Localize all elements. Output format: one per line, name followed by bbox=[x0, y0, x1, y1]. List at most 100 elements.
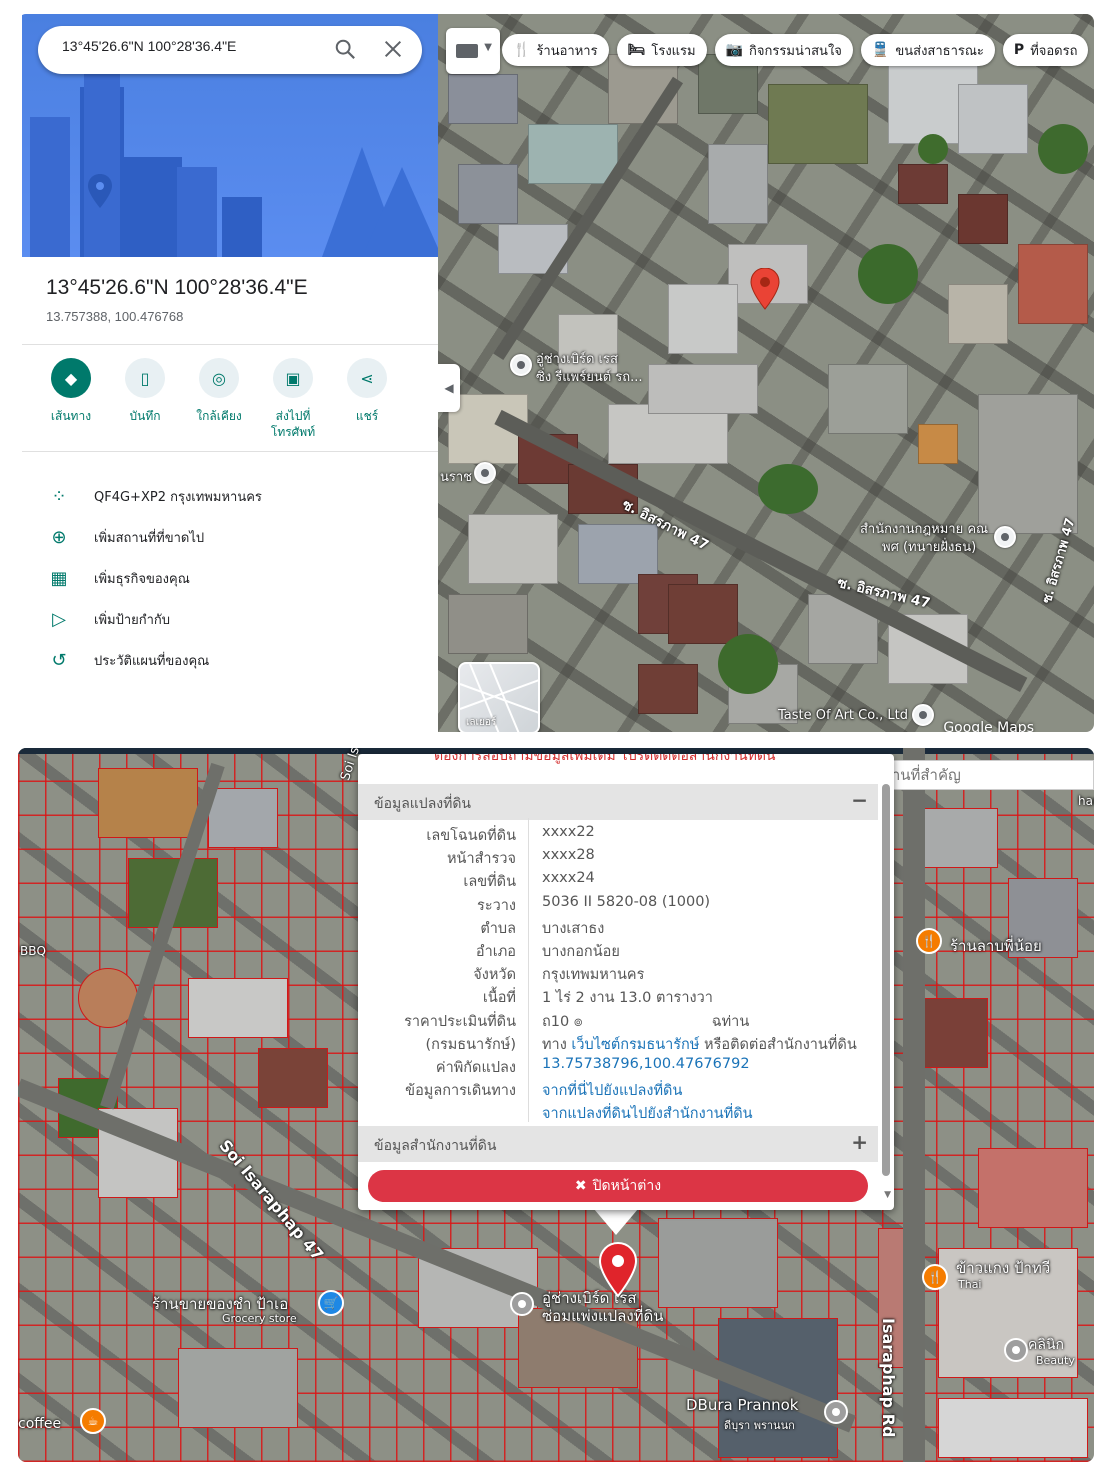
restaurant-icon[interactable]: 🍴 bbox=[916, 928, 942, 954]
section-land-office-info[interactable]: ข้อมูลสำนักงานที่ดิน + bbox=[358, 1126, 878, 1162]
search-input[interactable] bbox=[62, 38, 302, 54]
location-pin-icon[interactable] bbox=[750, 268, 780, 310]
history-icon: ↺ bbox=[51, 650, 67, 671]
send-to-phone-button[interactable]: ▣ ส่งไปที่ โทรศัพท์ bbox=[268, 358, 318, 440]
field-label: ราคาประเมินที่ดิน bbox=[404, 1013, 516, 1030]
table-row: จากแปลงที่ดินไปยังสำนักงานที่ดิน bbox=[358, 1100, 878, 1123]
parcel-detail-table: เลขโฉนดที่ดิน xxxx22 หน้าสำรวจ xxxx28 เลขท… bbox=[358, 822, 878, 1123]
collapse-icon[interactable]: − bbox=[851, 788, 868, 812]
list-item-label: ประวัติแผนที่ของคุณ bbox=[94, 654, 210, 669]
field-value: บางเสาธง bbox=[542, 920, 605, 937]
collapse-panel-button[interactable]: ◀ bbox=[438, 364, 460, 412]
transit-icon: 🚆 bbox=[871, 42, 890, 58]
directions-to-parcel-link[interactable]: จากที่นี่ไปยังแปลงที่ดิน bbox=[542, 1079, 682, 1102]
table-row: อำเภอ บางกอกน้อย bbox=[358, 938, 878, 961]
map-label[interactable]: นราช bbox=[440, 466, 472, 487]
nearby-button[interactable]: ◎ ใกล้เคียง bbox=[194, 358, 244, 440]
field-value-redacted: ถ10 ๏ ฉท่าน bbox=[542, 1013, 750, 1030]
field-value: xxxx22 bbox=[542, 824, 595, 840]
section-title: ข้อมูลแปลงที่ดิน bbox=[374, 796, 472, 812]
restaurant-label[interactable]: ร้านลาบพี่น้อย bbox=[950, 934, 1042, 958]
parcel-location-pin-icon[interactable] bbox=[598, 1242, 638, 1298]
list-item-add-business[interactable]: ▦ เพิ่มธุรกิจของคุณ bbox=[46, 558, 262, 599]
expand-icon[interactable]: + bbox=[851, 1130, 868, 1154]
chip-transit[interactable]: 🚆 ขนส่งสาธารณะ bbox=[860, 34, 995, 66]
chip-label: ที่จอดรถ bbox=[1030, 43, 1078, 59]
close-window-button[interactable]: ✖ ปิดหน้าต่าง bbox=[368, 1170, 868, 1202]
parking-icon: P bbox=[1013, 42, 1025, 58]
restaurant-sublabel: Thai bbox=[958, 1278, 982, 1291]
list-item-label: เพิ่มป้ายกำกับ bbox=[94, 613, 171, 628]
condo-label[interactable]: DBura Prannok bbox=[686, 1396, 799, 1414]
chip-things-to-do[interactable]: 📷 กิจกรรมน่าสนใจ bbox=[714, 34, 853, 66]
info-warning: ต้องการสอบถามข้อมูลเพิ่มเติม โปรดติดต่อส… bbox=[434, 754, 776, 764]
restaurant-label[interactable]: ข้าวแกง ป้าทวี bbox=[956, 1256, 1050, 1280]
field-label: หน้าสำรวจ bbox=[446, 851, 516, 868]
popup-scrollbar[interactable] bbox=[882, 784, 890, 1176]
section-parcel-info[interactable]: ข้อมูลแปลงที่ดิน − bbox=[358, 784, 878, 820]
map-label[interactable]: พศ (ทนายฝั่งธน) bbox=[882, 536, 976, 557]
list-item-label: เพิ่มธุรกิจของคุณ bbox=[94, 572, 190, 587]
list-item-add-label[interactable]: ▷ เพิ่มป้ายกำกับ bbox=[46, 599, 262, 640]
table-row: จังหวัด กรุงเทพมหานคร bbox=[358, 961, 878, 984]
input-tools-button[interactable]: ▼ bbox=[446, 28, 500, 74]
field-label: ค่าพิกัดแปลง bbox=[435, 1059, 516, 1076]
save-button[interactable]: ▯ บันทึก bbox=[120, 358, 170, 440]
garage-label[interactable]: ซ่อมแพ่งแปลงที่ดิน bbox=[542, 1304, 664, 1328]
add-place-icon: ⊕ bbox=[51, 527, 67, 548]
search-icon[interactable] bbox=[334, 38, 356, 60]
table-row: ข้อมูลการเดินทาง จากที่นี่ไปยังแปลงที่ดิน bbox=[358, 1077, 878, 1100]
clinic-label[interactable]: คลินิก bbox=[1028, 1334, 1064, 1356]
table-row: ค่าพิกัดแปลง 13.75738796,100.47676792 bbox=[358, 1054, 878, 1077]
field-label: อำเภอ bbox=[475, 943, 516, 960]
restaurant-icon[interactable]: 🍴 bbox=[922, 1264, 948, 1290]
scroll-down-icon[interactable]: ▼ bbox=[884, 1190, 891, 1200]
grocery-store-icon[interactable]: 🛒 bbox=[318, 1290, 344, 1316]
clinic-marker[interactable] bbox=[1004, 1338, 1028, 1362]
section-title: ข้อมูลสำนักงานที่ดิน bbox=[374, 1138, 497, 1154]
directions-to-office-link[interactable]: จากแปลงที่ดินไปยังสำนักงานที่ดิน bbox=[542, 1102, 753, 1125]
poi-marker[interactable] bbox=[510, 354, 532, 376]
coordinates-link[interactable]: 13.75738796,100.47676792 bbox=[542, 1056, 750, 1072]
satellite-map[interactable]: อู่ช่างเบิร์ด เรส ซิ่ง รีแพร์ยนต์ รถ... … bbox=[438, 14, 1094, 732]
condo-marker[interactable] bbox=[824, 1400, 848, 1424]
field-value: xxxx24 bbox=[542, 870, 595, 887]
close-icon: ✖ bbox=[574, 1178, 587, 1194]
list-item-add-place[interactable]: ⊕ เพิ่มสถานที่ที่ขาดไป bbox=[46, 517, 262, 558]
field-label: จังหวัด bbox=[473, 967, 516, 984]
poi-marker[interactable] bbox=[994, 526, 1016, 548]
directions-icon: ◆ bbox=[51, 358, 91, 398]
chip-hotels[interactable]: 🛏 โรงแรม bbox=[616, 34, 707, 66]
map-attribution: Google Maps bbox=[943, 720, 1034, 732]
field-value: บางกอกน้อย bbox=[542, 943, 620, 960]
chip-label: ขนส่งสาธารณะ bbox=[895, 43, 984, 59]
land-parcel-map-screenshot: Soi Isaraphap 47 Isaraphap Rd hand BBQ S… bbox=[18, 748, 1094, 1462]
popup-tail bbox=[594, 1209, 638, 1235]
hotel-icon: 🛏 bbox=[627, 42, 646, 58]
road bbox=[903, 748, 925, 1462]
list-item-label: QF4G+XP2 กรุงเทพมหานคร bbox=[94, 490, 262, 505]
close-icon[interactable] bbox=[382, 38, 404, 60]
table-row: ราคาประเมินที่ดิน ถ10 ๏ ฉท่าน bbox=[358, 1008, 878, 1031]
divider bbox=[22, 344, 438, 345]
field-label: (กรมธนารักษ์) bbox=[425, 1036, 516, 1053]
chip-parking[interactable]: P ที่จอดรถ bbox=[1002, 34, 1089, 66]
poi-marker[interactable] bbox=[912, 704, 934, 726]
share-icon: ⋖ bbox=[347, 358, 387, 398]
map-label[interactable]: Taste Of Art Co., Ltd bbox=[778, 708, 908, 723]
poi-marker[interactable] bbox=[474, 462, 496, 484]
map-label[interactable]: ซิ่ง รีแพร์ยนต์ รถ... bbox=[536, 366, 643, 387]
list-item-plus-code[interactable]: ⁘ QF4G+XP2 กรุงเทพมหานคร bbox=[46, 476, 262, 517]
share-button[interactable]: ⋖ แชร์ bbox=[342, 358, 392, 440]
layers-button[interactable]: เลเยอร์ bbox=[458, 662, 540, 732]
chip-restaurants[interactable]: 🍴 ร้านอาหาร bbox=[502, 34, 609, 66]
list-item-history[interactable]: ↺ ประวัติแผนที่ของคุณ bbox=[46, 640, 262, 681]
coffee-icon[interactable]: ☕ bbox=[80, 1408, 106, 1434]
garage-marker[interactable] bbox=[510, 1292, 534, 1316]
place-coordinates[interactable]: 13.757388, 100.476768 bbox=[46, 309, 183, 324]
coffee-label[interactable]: coffee bbox=[18, 1416, 61, 1432]
directions-button[interactable]: ◆ เส้นทาง bbox=[46, 358, 96, 440]
treasury-website-link[interactable]: เว็บไซต์กรมธนารักษ์ bbox=[571, 1037, 699, 1053]
search-box[interactable] bbox=[38, 26, 422, 74]
table-row: เนื้อที่ 1 ไร่ 2 งาน 13.0 ตารางวา bbox=[358, 984, 878, 1007]
